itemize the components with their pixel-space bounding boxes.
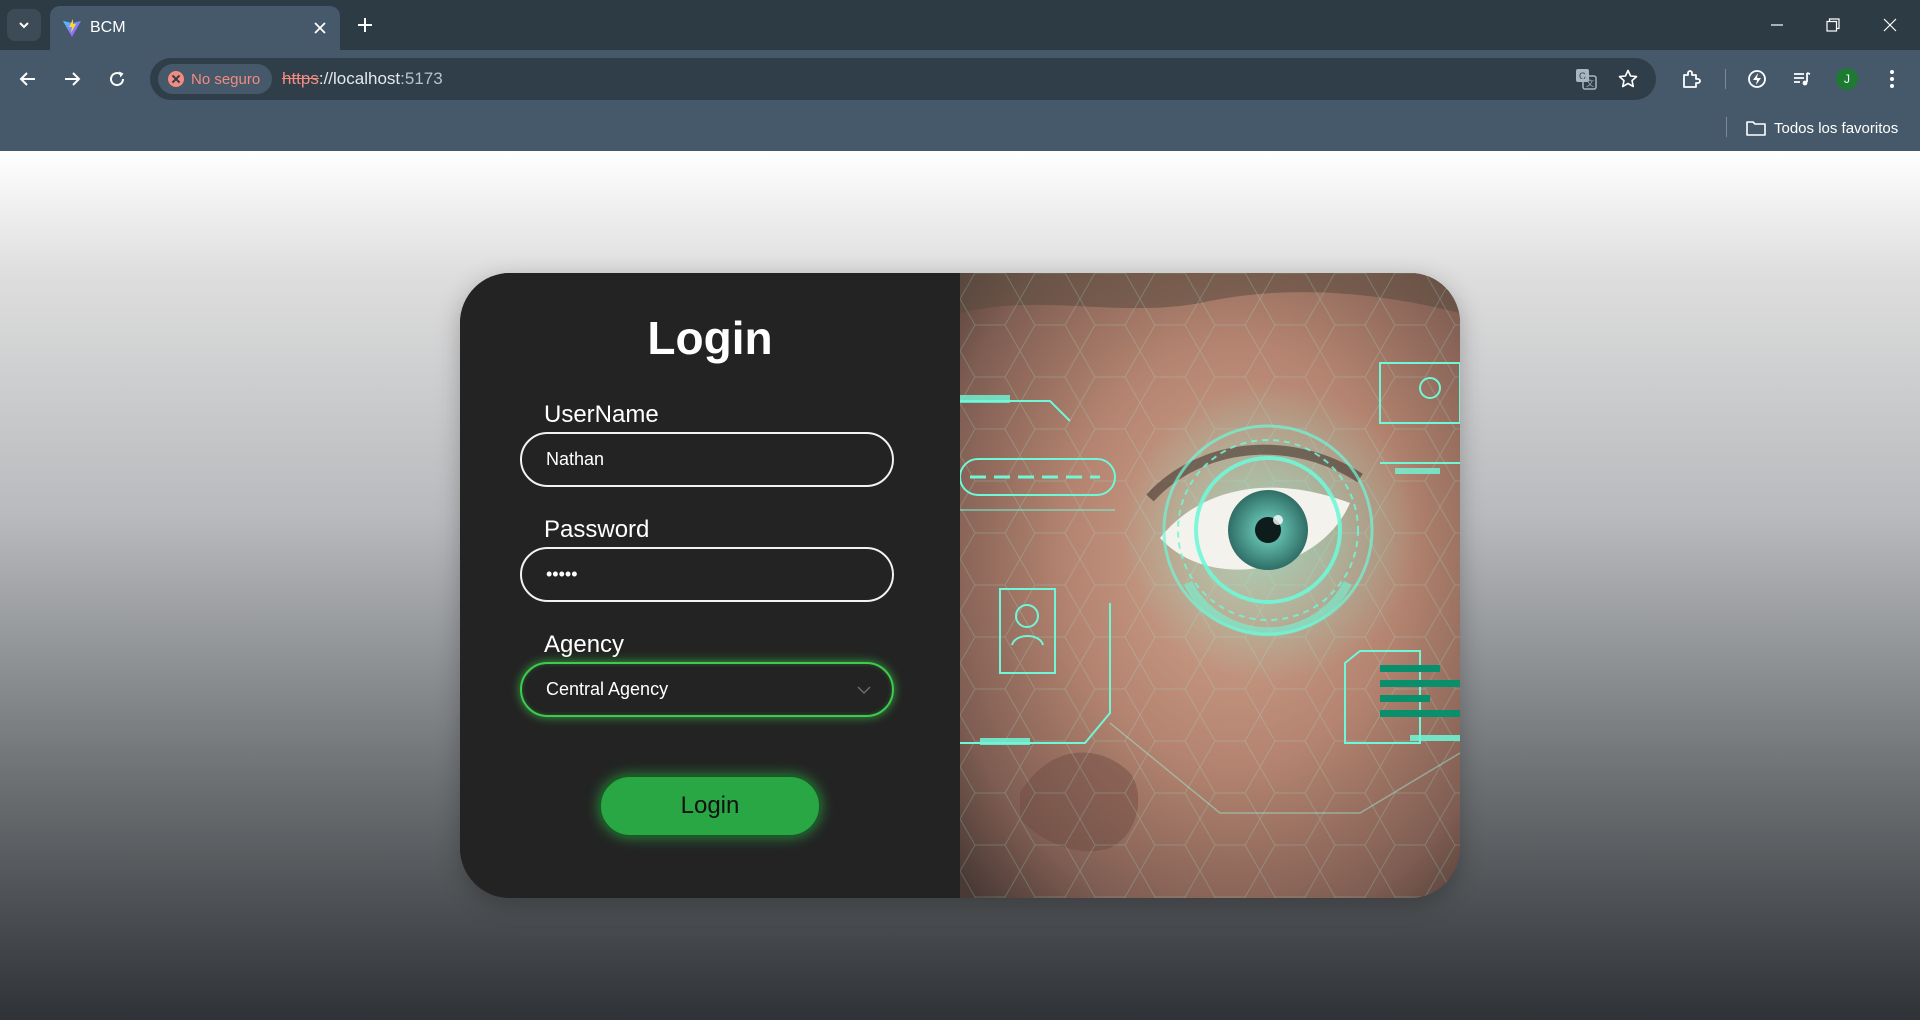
browser-tabbar: BCM bbox=[0, 0, 1920, 50]
url-port: :5173 bbox=[400, 69, 443, 88]
reload-icon bbox=[110, 71, 125, 87]
url-text[interactable]: https://localhost:5173 bbox=[282, 69, 443, 89]
close-icon bbox=[314, 22, 326, 34]
url-separator: :// bbox=[318, 69, 334, 88]
bookmarks-folder-label: Todos los favoritos bbox=[1774, 119, 1899, 137]
bookmarks-bar: Todos los favoritos bbox=[0, 108, 1920, 151]
url-scheme: https bbox=[282, 69, 319, 88]
back-arrow-icon bbox=[19, 72, 35, 86]
chevron-down-icon bbox=[19, 22, 29, 29]
login-title: Login bbox=[647, 312, 773, 364]
back-button[interactable] bbox=[13, 64, 43, 94]
forward-button[interactable] bbox=[57, 64, 87, 94]
username-field[interactable]: Nathan bbox=[520, 432, 894, 487]
bookmark-star-button[interactable] bbox=[1616, 67, 1640, 91]
browser-menu-button[interactable] bbox=[1877, 64, 1907, 94]
minimize-button[interactable] bbox=[1762, 10, 1792, 40]
agency-label: Agency bbox=[544, 631, 625, 658]
login-card: Login UserName Nathan Password ••••• Age… bbox=[460, 273, 1460, 898]
tab-close-button[interactable] bbox=[310, 18, 330, 38]
login-button[interactable]: Login bbox=[599, 775, 821, 837]
username-label: UserName bbox=[544, 401, 659, 428]
profile-button[interactable]: J bbox=[1832, 64, 1862, 94]
window-close-icon bbox=[1883, 18, 1897, 32]
avatar: J bbox=[1836, 68, 1858, 90]
url-host: localhost bbox=[333, 69, 401, 88]
extensions-icon bbox=[1683, 70, 1701, 88]
media-controls-button[interactable] bbox=[1787, 64, 1817, 94]
new-tab-button[interactable] bbox=[352, 12, 378, 38]
performance-button[interactable] bbox=[1742, 64, 1772, 94]
agency-selected-value: Central Agency bbox=[546, 679, 669, 699]
toolbar-divider bbox=[1725, 69, 1726, 89]
folder-icon bbox=[1746, 121, 1766, 136]
bookmarks-folder-all[interactable]: Todos los favoritos bbox=[1746, 114, 1898, 142]
chevron-down-icon bbox=[857, 686, 871, 695]
performance-icon bbox=[1748, 70, 1766, 88]
page-background: Login UserName Nathan Password ••••• Age… bbox=[0, 151, 1920, 1020]
password-field[interactable]: ••••• bbox=[520, 547, 894, 602]
security-label: No seguro bbox=[191, 70, 261, 88]
eye-scan-illustration bbox=[960, 273, 1460, 898]
star-icon bbox=[1618, 69, 1638, 88]
vite-favicon-icon bbox=[63, 19, 81, 37]
forward-arrow-icon bbox=[65, 72, 81, 86]
translate-button[interactable]: G文 bbox=[1574, 67, 1598, 91]
media-controls-icon bbox=[1794, 72, 1811, 86]
restore-button[interactable] bbox=[1818, 10, 1848, 40]
login-form-panel: Login UserName Nathan Password ••••• Age… bbox=[460, 273, 960, 898]
reload-button[interactable] bbox=[102, 64, 132, 94]
biometric-eye-scan-image bbox=[960, 273, 1460, 898]
window-close-button[interactable] bbox=[1875, 10, 1905, 40]
bookmarks-divider bbox=[1726, 117, 1727, 137]
restore-icon bbox=[1826, 18, 1840, 32]
more-vert-icon bbox=[1890, 70, 1894, 88]
translate-icon: G文 bbox=[1576, 69, 1597, 90]
insecure-icon bbox=[168, 71, 184, 87]
svg-text:文: 文 bbox=[1586, 78, 1594, 88]
agency-select[interactable]: Central Agency bbox=[520, 662, 894, 717]
plus-icon bbox=[358, 18, 372, 32]
browser-toolbar: No seguro https://localhost:5173 G文 J bbox=[0, 50, 1920, 108]
security-indicator[interactable]: No seguro bbox=[158, 64, 273, 94]
tab-search-button[interactable] bbox=[7, 9, 41, 41]
browser-tab-active[interactable]: BCM bbox=[50, 6, 340, 50]
tab-title: BCM bbox=[90, 19, 126, 36]
address-bar[interactable]: No seguro https://localhost:5173 G文 bbox=[150, 58, 1656, 100]
password-label: Password bbox=[544, 516, 650, 543]
extensions-button[interactable] bbox=[1676, 64, 1706, 94]
minimize-icon bbox=[1771, 24, 1783, 26]
